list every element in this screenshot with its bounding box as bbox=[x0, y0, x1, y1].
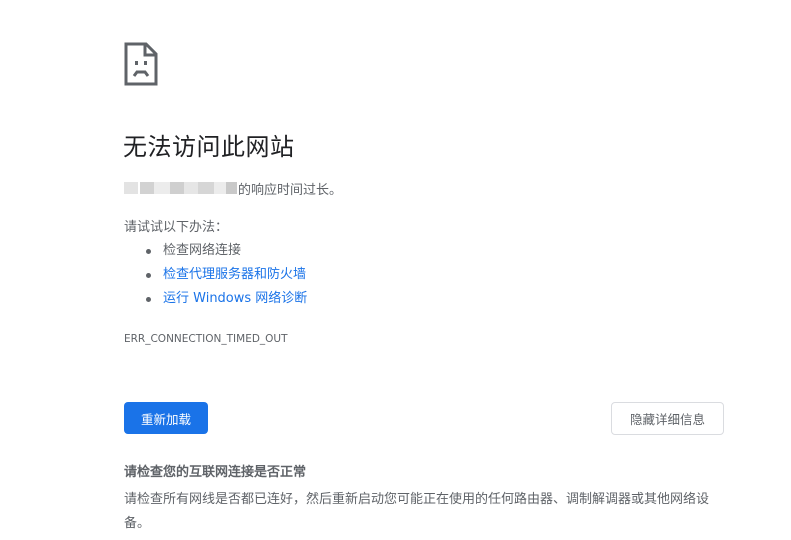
suggestion-check-proxy-firewall[interactable]: 检查代理服务器和防火墙 bbox=[146, 265, 307, 289]
bullet-icon bbox=[146, 273, 151, 278]
suggestion-network-diagnostics[interactable]: 运行 Windows 网络诊断 bbox=[146, 289, 307, 313]
run-network-diagnostics-link[interactable]: 运行 Windows 网络诊断 bbox=[163, 291, 307, 306]
sad-page-icon bbox=[124, 42, 158, 86]
redacted-hostname bbox=[124, 182, 237, 194]
error-summary: 的响应时间过长。 bbox=[124, 178, 342, 198]
error-page: 无法访问此网站 的响应时间过长。 请试试以下办法： 检查网络连接 检查代理服务器… bbox=[0, 0, 791, 540]
suggestion-text: 检查网络连接 bbox=[163, 243, 242, 258]
summary-text: 的响应时间过长。 bbox=[238, 182, 343, 198]
suggestions-heading: 请试试以下办法： bbox=[124, 220, 229, 235]
check-proxy-firewall-link[interactable]: 检查代理服务器和防火墙 bbox=[163, 267, 306, 282]
reload-button[interactable]: 重新加载 bbox=[124, 402, 208, 434]
details-text: 请检查所有网线是否都已连好，然后重新启动您可能正在使用的任何路由器、调制解调器或… bbox=[124, 492, 710, 531]
hide-details-button[interactable]: 隐藏详细信息 bbox=[611, 402, 724, 435]
page-title: 无法访问此网站 bbox=[123, 133, 295, 161]
bullet-icon bbox=[146, 297, 151, 302]
details-heading: 请检查您的互联网连接是否正常 bbox=[124, 465, 307, 480]
error-code: ERR_CONNECTION_TIMED_OUT bbox=[124, 333, 288, 345]
bullet-icon bbox=[146, 249, 151, 254]
suggestion-check-connection: 检查网络连接 bbox=[146, 241, 307, 265]
suggestions-list: 检查网络连接 检查代理服务器和防火墙 运行 Windows 网络诊断 bbox=[146, 241, 307, 313]
